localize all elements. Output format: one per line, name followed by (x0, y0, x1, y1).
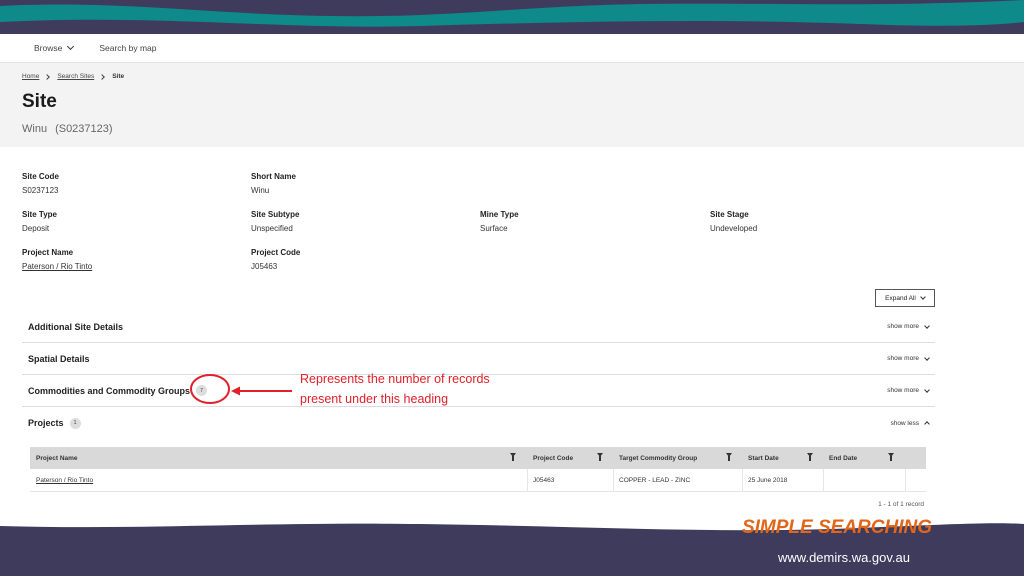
column-divider (823, 469, 824, 492)
chevron-down-icon (920, 294, 926, 300)
record-count-badge: 1 (69, 417, 81, 429)
column-header-label: End Date (829, 454, 858, 462)
field-label: Project Name (22, 248, 74, 257)
field-site-code: Site Code S0237123 (22, 172, 59, 195)
project-name-link[interactable]: Paterson / Rio Tinto (22, 262, 92, 271)
field-value: Surface (480, 224, 508, 233)
row-start-date: 25 June 2018 (748, 477, 788, 484)
breadcrumb-current: Site (112, 73, 125, 80)
column-header-project-name[interactable]: Project Name (30, 447, 527, 469)
chevron-right-icon (44, 73, 51, 80)
nav-browse[interactable]: Browse (34, 42, 75, 53)
record-count-badge: 7 (196, 385, 208, 396)
field-short-name: Short Name Winu (251, 172, 296, 195)
field-value: Winu (251, 186, 270, 195)
filter-icon[interactable] (888, 453, 894, 461)
brand-title: SIMPLE SEARCHING (741, 517, 932, 538)
show-more-toggle[interactable]: show more (887, 386, 930, 394)
chevron-down-icon (924, 354, 930, 361)
page-header (0, 63, 1024, 147)
field-label: Site Stage (710, 210, 749, 219)
column-header-label: Project Name (36, 454, 78, 462)
column-header-start-date[interactable]: Start Date (742, 447, 823, 469)
section-title: Additional Site Details (28, 321, 124, 332)
field-site-type: Site Type Deposit (22, 210, 57, 233)
row-target-commodity-group: COPPER - LEAD - ZINC (619, 477, 691, 484)
toggle-label: show less (890, 419, 919, 427)
column-header-label: Project Code (533, 454, 574, 462)
site-code-subtitle: (S0237123) (55, 123, 113, 135)
projects-table-header: Project Name Project Code Target Commodi… (30, 447, 926, 469)
column-header-end-date[interactable]: End Date (823, 447, 905, 469)
breadcrumb: Home Search Sites Site (22, 73, 124, 80)
field-value: Deposit (22, 224, 50, 233)
field-label: Site Code (22, 172, 59, 181)
column-divider (742, 469, 743, 492)
filter-icon[interactable] (597, 453, 603, 461)
filter-icon[interactable] (807, 453, 813, 461)
field-label: Project Code (251, 248, 301, 257)
column-divider (613, 469, 614, 492)
toggle-label: show more (887, 355, 919, 362)
table-row: Paterson / Rio Tinto J05463 COPPER - LEA… (30, 469, 926, 492)
field-value: J05463 (251, 262, 278, 271)
toggle-label: show more (887, 387, 919, 394)
column-header-label: Start Date (748, 454, 779, 462)
section-additional-site-details[interactable]: Additional Site Details show more (22, 311, 935, 343)
field-label: Mine Type (480, 210, 519, 219)
column-divider (905, 469, 906, 492)
top-wave-decoration (0, 0, 1024, 34)
column-header-project-code[interactable]: Project Code (527, 447, 613, 469)
show-more-toggle[interactable]: show more (887, 322, 930, 330)
nav-search-by-map[interactable]: Search by map (99, 43, 156, 53)
field-value: S0237123 (22, 186, 59, 195)
field-site-subtype: Site Subtype Unspecified (251, 210, 299, 233)
pagination-summary: 1 - 1 of 1 record (878, 501, 924, 508)
section-title: Spatial Details (28, 353, 90, 364)
section-title: Commodities and Commodity Groups (28, 385, 191, 396)
field-label: Short Name (251, 172, 296, 181)
filter-icon[interactable] (726, 453, 732, 461)
annotation-text: Represents the number of records present… (300, 369, 560, 409)
field-site-stage: Site Stage Undeveloped (710, 210, 757, 233)
top-nav: Browse Search by map (0, 34, 1024, 63)
column-header-label: Target Commodity Group (619, 454, 698, 462)
page-subtitle: Winu (S0237123) (22, 123, 113, 135)
field-project-code: Project Code J05463 (251, 248, 300, 271)
chevron-down-icon (67, 42, 75, 51)
breadcrumb-search-sites[interactable]: Search Sites (57, 73, 94, 80)
expand-all-button[interactable]: Expand All (875, 289, 935, 307)
expand-all-label: Expand All (885, 294, 916, 302)
field-label: Site Type (22, 210, 57, 219)
chevron-right-icon (99, 73, 106, 80)
chevron-up-icon (924, 421, 930, 427)
filter-icon[interactable] (510, 453, 516, 461)
slide: Browse Search by map Home Search Sites S… (0, 0, 1024, 576)
toggle-label: show more (887, 323, 919, 330)
show-more-toggle[interactable]: show more (887, 354, 930, 362)
breadcrumb-home[interactable]: Home (22, 73, 39, 80)
show-less-toggle[interactable]: show less (890, 419, 930, 427)
chevron-down-icon (924, 322, 930, 329)
chevron-down-icon (924, 386, 930, 393)
site-name: Winu (22, 123, 48, 135)
annotation-line-1: Represents the number of records (300, 372, 490, 386)
annotation-line-2: present under this heading (300, 392, 449, 406)
column-header-target-commodity-group[interactable]: Target Commodity Group (613, 447, 742, 469)
field-value: Unspecified (251, 224, 293, 233)
page-title: Site (22, 91, 57, 112)
field-value: Undeveloped (710, 224, 758, 233)
field-mine-type: Mine Type Surface (480, 210, 519, 233)
section-title: Projects (28, 418, 64, 428)
section-projects[interactable]: Projects 1 show less (22, 407, 935, 439)
row-project-code: J05463 (533, 477, 555, 484)
nav-browse-label: Browse (34, 43, 63, 53)
column-divider (527, 469, 528, 492)
row-project-name-link[interactable]: Paterson / Rio Tinto (30, 469, 93, 492)
field-label: Site Subtype (251, 210, 300, 219)
brand-url: www.demirs.wa.gov.au (778, 550, 910, 565)
nav-search-by-map-label: Search by map (99, 43, 157, 53)
field-project-name: Project Name Paterson / Rio Tinto (22, 248, 92, 271)
